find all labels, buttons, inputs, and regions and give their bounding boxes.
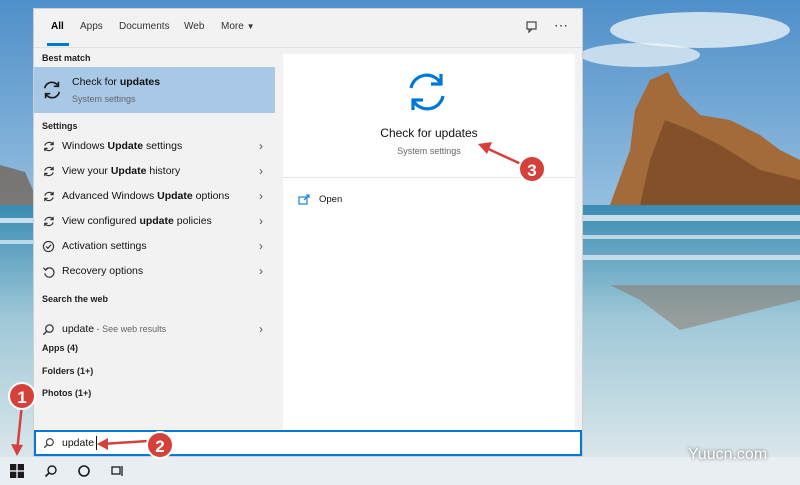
annotation-arrows bbox=[11, 142, 522, 456]
annotation-marker-3: 3 bbox=[518, 155, 546, 183]
annotation-marker-2: 2 bbox=[146, 431, 174, 459]
annotation-marker-1: 1 bbox=[8, 382, 36, 410]
watermark: Yuucn.com bbox=[688, 446, 768, 463]
